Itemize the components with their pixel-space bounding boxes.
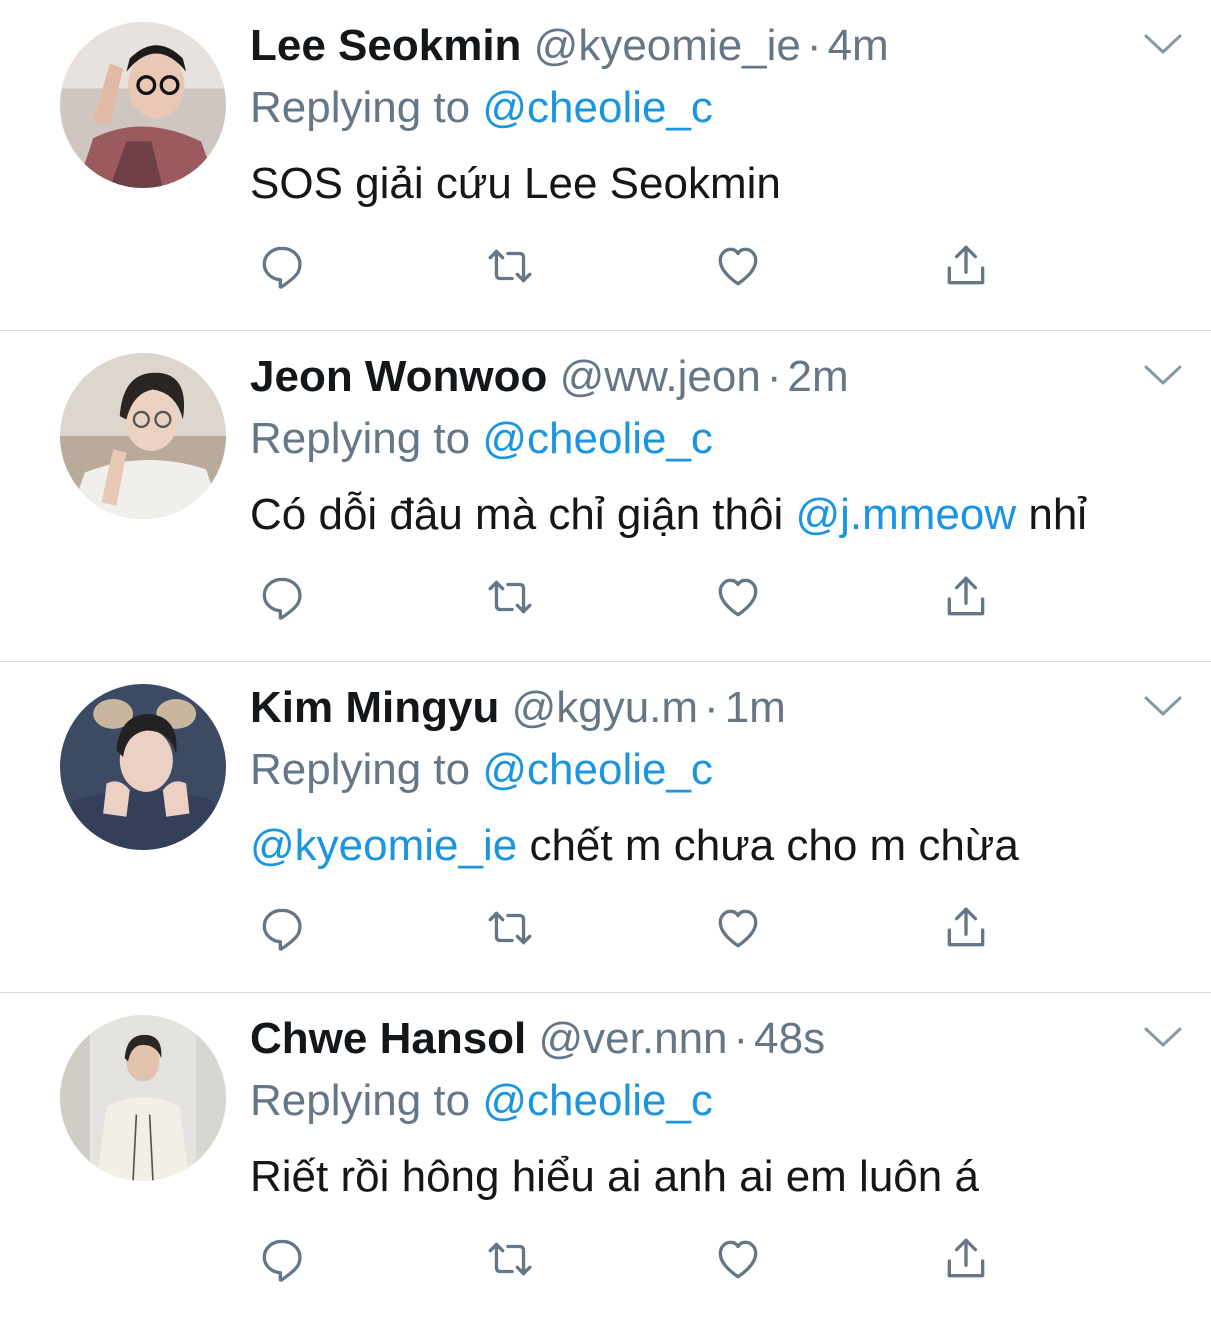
- heart-icon: [718, 578, 758, 617]
- separator-dot: ·: [704, 683, 719, 732]
- retweet-icon: [488, 1242, 532, 1276]
- display-name[interactable]: Lee Seokmin: [250, 21, 521, 70]
- retweet-button[interactable]: [482, 238, 538, 294]
- share-icon: [947, 245, 985, 285]
- tweet-text: Riết rồi hông hiểu ai anh ai em luôn á: [250, 1149, 979, 1205]
- replying-to: Replying to @cheolie_c: [250, 411, 713, 467]
- tweet-actions: [250, 900, 1010, 956]
- share-button[interactable]: [938, 569, 994, 625]
- replying-to: Replying to @cheolie_c: [250, 1073, 713, 1129]
- like-button[interactable]: [710, 238, 766, 294]
- avatar[interactable]: [60, 1015, 226, 1181]
- chevron-down-icon[interactable]: [1142, 30, 1184, 58]
- reply-icon: [262, 908, 302, 951]
- user-handle[interactable]: @ww.jeon: [560, 352, 761, 401]
- display-name[interactable]: Chwe Hansol: [250, 1014, 526, 1063]
- tweet[interactable]: Kim Mingyu @kgyu.m · 1m Replying to @cheol…: [0, 662, 1211, 993]
- retweet-button[interactable]: [482, 1231, 538, 1287]
- user-handle[interactable]: @kyeomie_ie: [534, 21, 801, 70]
- tweet-text: @kyeomie_ie chết m chưa cho m chừa: [250, 818, 1019, 874]
- reply-button[interactable]: [254, 238, 310, 294]
- avatar[interactable]: [60, 353, 226, 519]
- replying-to-label: Replying to: [250, 745, 483, 794]
- reply-icon: [262, 1239, 302, 1282]
- like-button[interactable]: [710, 569, 766, 625]
- reply-button[interactable]: [254, 900, 310, 956]
- timestamp[interactable]: 2m: [787, 352, 848, 401]
- share-icon: [947, 1238, 985, 1278]
- share-icon: [947, 907, 985, 947]
- tweet-mention[interactable]: @kyeomie_ie: [250, 821, 517, 870]
- replying-to-mention[interactable]: @cheolie_c: [482, 745, 713, 794]
- timestamp[interactable]: 48s: [754, 1014, 825, 1063]
- tweet-header: Lee Seokmin @kyeomie_ie · 4m: [250, 18, 889, 74]
- retweet-icon: [488, 580, 532, 614]
- avatar[interactable]: [60, 684, 226, 850]
- replying-to: Replying to @cheolie_c: [250, 80, 713, 136]
- reply-button[interactable]: [254, 569, 310, 625]
- tweet-text-post: SOS giải cứu Lee Seokmin: [250, 159, 781, 208]
- tweet-header: Jeon Wonwoo @ww.jeon · 2m: [250, 349, 849, 405]
- tweet-text: SOS giải cứu Lee Seokmin: [250, 156, 781, 212]
- avatar[interactable]: [60, 22, 226, 188]
- avatar-photo-chwe-hansol: [60, 1015, 226, 1181]
- tweet-text: Có dỗi đâu mà chỉ giận thôi @j.mmeow nhỉ: [250, 487, 1087, 543]
- avatar-photo-jeon-wonwoo: [60, 353, 226, 519]
- tweet-text-post: Riết rồi hông hiểu ai anh ai em luôn á: [250, 1152, 979, 1201]
- retweet-button[interactable]: [482, 900, 538, 956]
- tweet[interactable]: Lee Seokmin @kyeomie_ie · 4m Replying to @…: [0, 0, 1211, 331]
- replying-to: Replying to @cheolie_c: [250, 742, 713, 798]
- heart-icon: [718, 1240, 758, 1279]
- tweet[interactable]: Chwe Hansol @ver.nnn · 48s Replying to @ch…: [0, 993, 1211, 1324]
- replying-to-label: Replying to: [250, 1076, 483, 1125]
- retweet-icon: [488, 249, 532, 283]
- replying-to-mention[interactable]: @cheolie_c: [482, 414, 713, 463]
- tweet-actions: [250, 569, 1010, 625]
- retweet-button[interactable]: [482, 569, 538, 625]
- reply-button[interactable]: [254, 1231, 310, 1287]
- share-button[interactable]: [938, 238, 994, 294]
- share-button[interactable]: [938, 1231, 994, 1287]
- tweet-header: Chwe Hansol @ver.nnn · 48s: [250, 1011, 825, 1067]
- tweet-text-pre: Có dỗi đâu mà chỉ giận thôi: [250, 490, 796, 539]
- like-button[interactable]: [710, 900, 766, 956]
- replying-to-label: Replying to: [250, 83, 483, 132]
- chevron-down-icon[interactable]: [1142, 1023, 1184, 1051]
- tweet-header: Kim Mingyu @kgyu.m · 1m: [250, 680, 786, 736]
- avatar-photo-kim-mingyu: [60, 684, 226, 850]
- retweet-icon: [488, 911, 532, 945]
- display-name[interactable]: Jeon Wonwoo: [250, 352, 547, 401]
- chevron-down-icon[interactable]: [1142, 361, 1184, 389]
- display-name[interactable]: Kim Mingyu: [250, 683, 499, 732]
- tweet-text-post: chết m chưa cho m chừa: [517, 821, 1019, 870]
- user-handle[interactable]: @ver.nnn: [539, 1014, 728, 1063]
- share-button[interactable]: [938, 900, 994, 956]
- tweet-actions: [250, 238, 1010, 294]
- reply-icon: [262, 577, 302, 620]
- replying-to-mention[interactable]: @cheolie_c: [482, 1076, 713, 1125]
- share-icon: [947, 576, 985, 616]
- tweet-text-post: nhỉ: [1016, 490, 1088, 539]
- timestamp[interactable]: 1m: [725, 683, 786, 732]
- heart-icon: [718, 247, 758, 286]
- separator-dot: ·: [806, 21, 822, 70]
- like-button[interactable]: [710, 1231, 766, 1287]
- replying-to-label: Replying to: [250, 414, 483, 463]
- separator-dot: ·: [733, 1014, 749, 1063]
- tweet-actions: [250, 1231, 1010, 1287]
- replying-to-mention[interactable]: @cheolie_c: [482, 83, 713, 132]
- reply-icon: [262, 246, 302, 289]
- avatar-photo-lee-seokmin: [60, 22, 226, 188]
- tweet[interactable]: Jeon Wonwoo @ww.jeon · 2m Replying to @che…: [0, 331, 1211, 662]
- chevron-down-icon[interactable]: [1142, 692, 1184, 720]
- separator-dot: ·: [766, 352, 782, 401]
- timestamp[interactable]: 4m: [828, 21, 889, 70]
- tweet-mention[interactable]: @j.mmeow: [795, 490, 1016, 539]
- tweet-feed: Lee Seokmin @kyeomie_ie · 4m Replying to @…: [0, 0, 1211, 1324]
- user-handle[interactable]: @kgyu.m: [512, 683, 698, 732]
- heart-icon: [718, 909, 758, 948]
